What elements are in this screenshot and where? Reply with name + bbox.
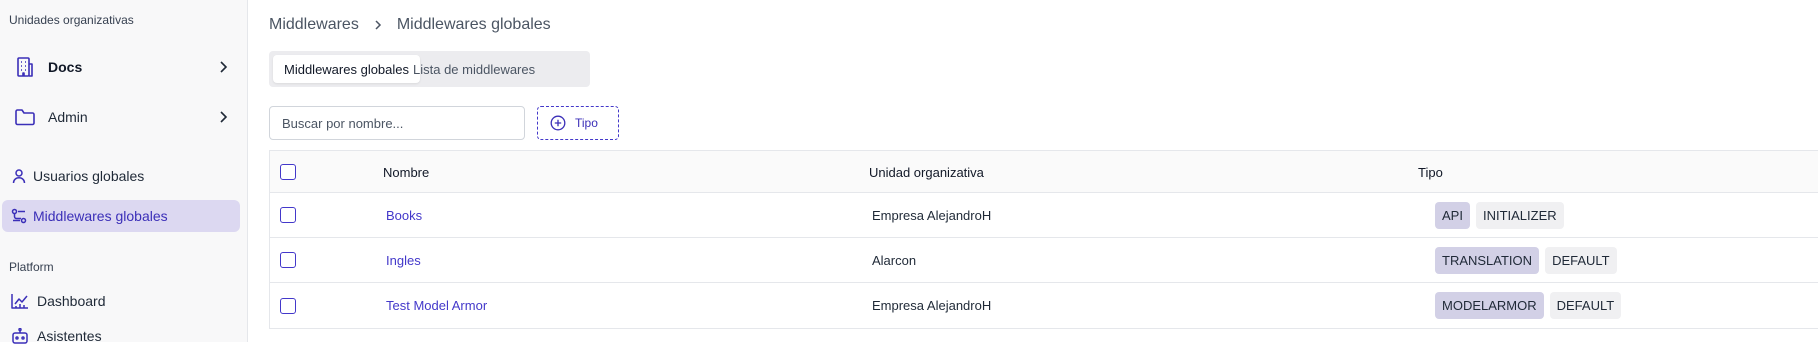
type-badge: DEFAULT [1545,247,1617,274]
sidebar-org-label: Docs [48,59,83,75]
building-icon [12,54,38,80]
sidebar-item-middlewares-globales[interactable]: Middlewares globales [2,200,240,232]
tab-middlewares-globales[interactable]: Middlewares globales [273,55,421,83]
breadcrumb-item-middlewares[interactable]: Middlewares [269,16,359,34]
sidebar-item-usuarios-globales[interactable]: Usuarios globales [2,160,240,192]
sidebar-org-label: Admin [48,109,88,125]
table-header: Nombre Unidad organizativa Tipo [270,151,1818,193]
row-checkbox[interactable] [280,252,296,268]
breadcrumb-item-current: Middlewares globales [396,16,551,33]
search-input[interactable] [269,106,525,140]
chevron-right-icon [373,19,383,31]
middleware-name-link[interactable]: Books [386,193,422,238]
table-row[interactable]: Test Model Armor Empresa AlejandroH MODE… [270,283,1818,328]
type-filter-label: Tipo [575,116,598,130]
org-unit-cell: Empresa AlejandroH [872,208,992,223]
user-icon [10,167,28,185]
sidebar-item-dashboard[interactable]: Dashboard [2,285,240,317]
middleware-icon [10,207,28,225]
platform-section-label: Platform [9,260,54,274]
column-header-unidad[interactable]: Unidad organizativa [869,151,984,193]
chevron-right-icon [216,110,230,124]
sidebar-item-label: Usuarios globales [33,168,145,184]
type-badges: MODELARMOR DEFAULT [1435,283,1622,328]
tab-bar: Middlewares globales Lista de middleware… [269,51,590,87]
type-badge: TRANSLATION [1435,247,1540,274]
select-all-checkbox[interactable] [280,163,296,180]
row-checkbox[interactable] [280,207,296,223]
row-checkbox[interactable] [280,297,296,314]
type-badge: API [1435,202,1470,229]
type-badge: DEFAULT [1549,292,1622,319]
main-content: Middlewares Middlewares globales Middlew… [249,0,1818,342]
type-filter-button[interactable]: Tipo [537,106,619,140]
column-header-nombre[interactable]: Nombre [383,151,429,193]
bot-icon [11,327,29,345]
chevron-right-icon [216,60,230,74]
middlewares-table: Nombre Unidad organizativa Tipo Books Em… [269,150,1818,329]
table-row[interactable]: Books Empresa AlejandroH API INITIALIZER [270,193,1818,238]
middleware-name-link[interactable]: Test Model Armor [386,283,487,328]
folder-icon [12,104,38,130]
org-unit-cell: Empresa AlejandroH [872,298,992,313]
type-badge: MODELARMOR [1435,292,1544,319]
sidebar-org-docs[interactable]: Docs [0,47,248,87]
sidebar-org-admin[interactable]: Admin [0,97,248,137]
type-badges: TRANSLATION DEFAULT [1435,238,1617,283]
breadcrumb: Middlewares Middlewares globales [269,16,551,34]
column-header-tipo[interactable]: Tipo [1418,151,1443,193]
plus-circle-icon [550,115,566,131]
table-row[interactable]: Ingles Alarcon TRANSLATION DEFAULT [270,238,1818,283]
middleware-name-link[interactable]: Ingles [386,238,421,283]
sidebar-item-label: Dashboard [37,293,106,309]
sidebar-item-label: Middlewares globales [33,208,168,224]
tab-lista-de-middlewares[interactable]: Lista de middlewares [402,55,546,83]
type-badge: INITIALIZER [1475,202,1564,229]
org-section-label: Unidades organizativas [9,13,134,27]
type-badges: API INITIALIZER [1435,193,1564,238]
sidebar-item-asistentes[interactable]: Asistentes [2,320,240,352]
sidebar: Unidades organizativas Docs Admin Usuari… [0,0,248,344]
org-unit-cell: Alarcon [872,253,917,268]
chart-icon [11,292,29,310]
